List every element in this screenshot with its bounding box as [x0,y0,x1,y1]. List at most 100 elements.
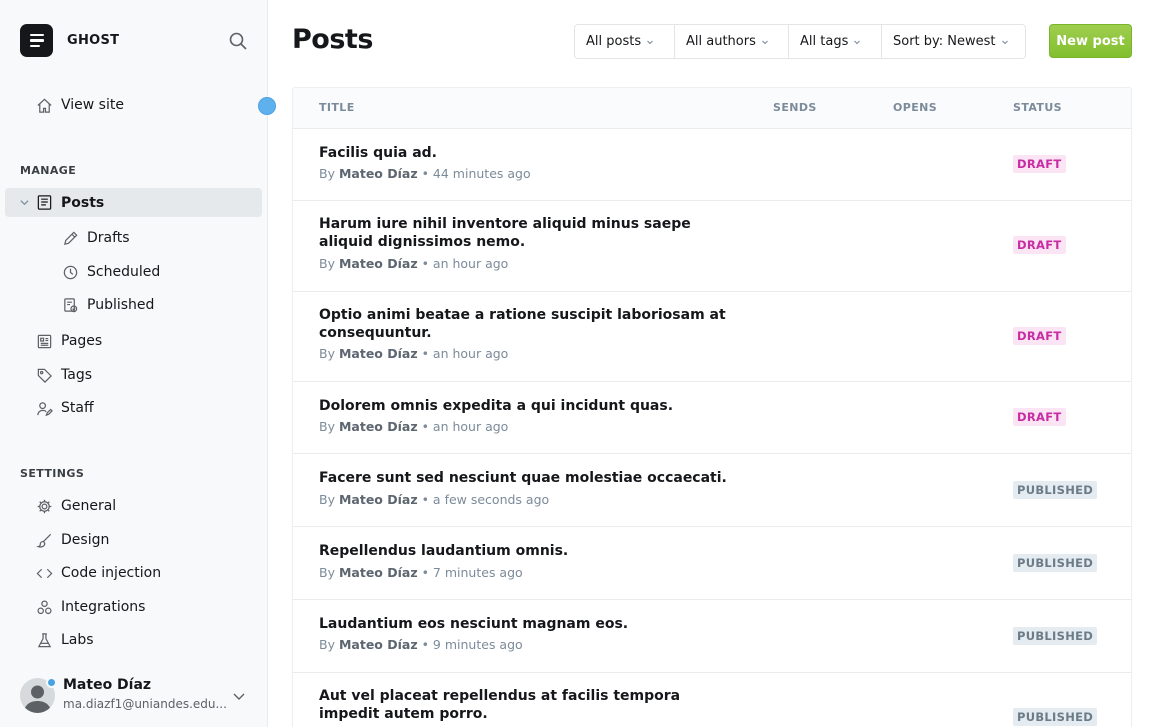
post-author: Mateo Díaz [338,565,418,580]
sidebar-item-drafts[interactable]: Drafts [62,227,130,249]
pencil-icon [63,230,78,245]
brand[interactable]: GHOST [20,24,119,57]
user-menu[interactable]: Mateo Díaz ma.diazf1@uniandes.edu... [20,674,255,718]
brand-name: GHOST [67,33,120,48]
post-author: Mateo Díaz [338,346,418,361]
post-time: • 44 minutes ago [417,166,531,181]
post-time: • a few seconds ago [417,492,550,507]
sidebar-item-label: Integrations [61,599,146,615]
filter-sort[interactable]: Sort by: Newest [882,25,1025,58]
posts-icon [37,195,52,210]
user-name: Mateo Díaz [63,677,152,693]
table-row[interactable]: Aut vel placeat repellendus at facilis t… [293,673,1131,727]
gear-icon [37,499,52,513]
table-row[interactable]: Dolorem omnis expedita a qui incidunt qu… [293,382,1131,454]
filter-label: All tags [800,34,849,49]
sidebar-item-label: Tags [61,367,92,383]
filter-tags[interactable]: All tags [789,25,882,58]
sidebar-item-label: Drafts [87,230,130,246]
status-badge: PUBLISHED [1013,627,1098,645]
table-row[interactable]: Repellendus laudantium omnis. By Mateo D… [293,527,1131,600]
sidebar-item-label: Code injection [61,565,162,581]
post-time: • 7 minutes ago [417,565,523,580]
post-title[interactable]: Harum iure nihil inventore aliquid minus… [319,216,729,251]
filter-label: All posts [586,34,642,49]
chevron-down-icon [761,40,768,44]
filter-label: Sort by: Newest [893,34,996,49]
post-meta: By Mateo Díaz • an hour ago [319,346,508,361]
table-row[interactable]: Harum iure nihil inventore aliquid minus… [293,201,1131,292]
sidebar-item-label: Staff [61,400,94,416]
sidebar-item-label: Published [87,297,155,313]
post-meta: By Mateo Díaz • an hour ago [319,256,508,271]
post-title[interactable]: Optio animi beatae a ratione suscipit la… [319,307,729,342]
filter-bar: All posts All authors All tags Sort by: … [574,24,1026,59]
sidebar-item-code-injection[interactable]: Code injection [36,562,161,584]
sidebar-item-scheduled[interactable]: Scheduled [62,261,160,283]
post-title[interactable]: Facere sunt sed nesciunt quae molestiae … [319,470,729,488]
status-badge: DRAFT [1013,155,1066,173]
sidebar-item-posts[interactable]: Posts [5,188,262,217]
section-label-settings: SETTINGS [20,467,85,480]
table-row[interactable]: Optio animi beatae a ratione suscipit la… [293,292,1131,382]
sidebar-item-labs[interactable]: Labs [36,629,94,651]
post-title[interactable]: Facilis quia ad. [319,145,729,163]
post-author: Mateo Díaz [338,492,418,507]
post-title[interactable]: Laudantium eos nesciunt magnam eos. [319,616,729,634]
ghost-logo-icon [20,24,53,57]
sidebar-item-label: General [61,498,117,514]
chevron-down-icon [854,40,861,44]
sidebar-item-tags[interactable]: Tags [36,364,92,386]
online-status-dot [46,677,57,688]
sidebar-item-general[interactable]: General [36,495,116,517]
integrations-icon [37,599,52,614]
chevron-down-icon [1001,40,1008,44]
chevron-down-icon[interactable] [19,197,30,208]
post-title[interactable]: Repellendus laudantium omnis. [319,543,729,561]
post-time: • an hour ago [417,419,509,434]
post-by: By [319,419,335,434]
sidebar-item-view-site[interactable]: View site [36,94,124,116]
posts-table: TITLE SENDS OPENS STATUS Facilis quia ad… [292,87,1132,727]
new-post-button[interactable]: New post [1049,24,1132,58]
sidebar-item-pages[interactable]: Pages [36,330,102,352]
chevron-down-icon[interactable] [232,689,246,703]
code-icon [36,568,53,578]
sidebar-item-label: Design [61,532,110,548]
post-meta: By Mateo Díaz • a few seconds ago [319,492,549,507]
column-header-sends: SENDS [773,101,817,114]
post-meta: By Mateo Díaz • 44 minutes ago [319,166,531,181]
sidebar-item-label: Labs [61,632,94,648]
clock-icon [63,265,78,279]
post-author: Mateo Díaz [338,256,418,271]
user-email: ma.diazf1@uniandes.edu... [63,697,227,711]
notification-dot[interactable] [258,97,276,115]
sidebar-item-staff[interactable]: Staff [36,397,94,419]
filter-label: All authors [686,34,756,49]
sidebar-item-design[interactable]: Design [36,529,109,551]
filter-authors[interactable]: All authors [675,25,789,58]
sidebar-item-label: View site [61,97,124,113]
published-icon [64,297,78,312]
section-label-manage: MANAGE [20,164,77,177]
post-by: By [319,637,335,652]
post-time: • 9 minutes ago [417,637,523,652]
page-title: Posts [292,24,373,55]
sidebar-item-integrations[interactable]: Integrations [36,596,145,618]
status-badge: DRAFT [1013,408,1066,426]
table-row[interactable]: Laudantium eos nesciunt magnam eos. By M… [293,600,1131,673]
status-badge: PUBLISHED [1013,481,1098,499]
filter-post-type[interactable]: All posts [575,25,675,58]
post-title[interactable]: Dolorem omnis expedita a qui incidunt qu… [319,398,729,416]
status-badge: DRAFT [1013,327,1066,345]
status-badge: PUBLISHED [1013,708,1098,726]
brush-icon [36,533,52,548]
post-meta: By Mateo Díaz • an hour ago [319,419,508,434]
table-row[interactable]: Facilis quia ad. By Mateo Díaz • 44 minu… [293,129,1131,201]
sidebar-item-published[interactable]: Published [62,294,154,316]
post-by: By [319,565,335,580]
search-icon[interactable] [228,31,248,51]
post-title[interactable]: Aut vel placeat repellendus at facilis t… [319,688,729,723]
status-badge: DRAFT [1013,236,1066,254]
table-row[interactable]: Facere sunt sed nesciunt quae molestiae … [293,454,1131,527]
